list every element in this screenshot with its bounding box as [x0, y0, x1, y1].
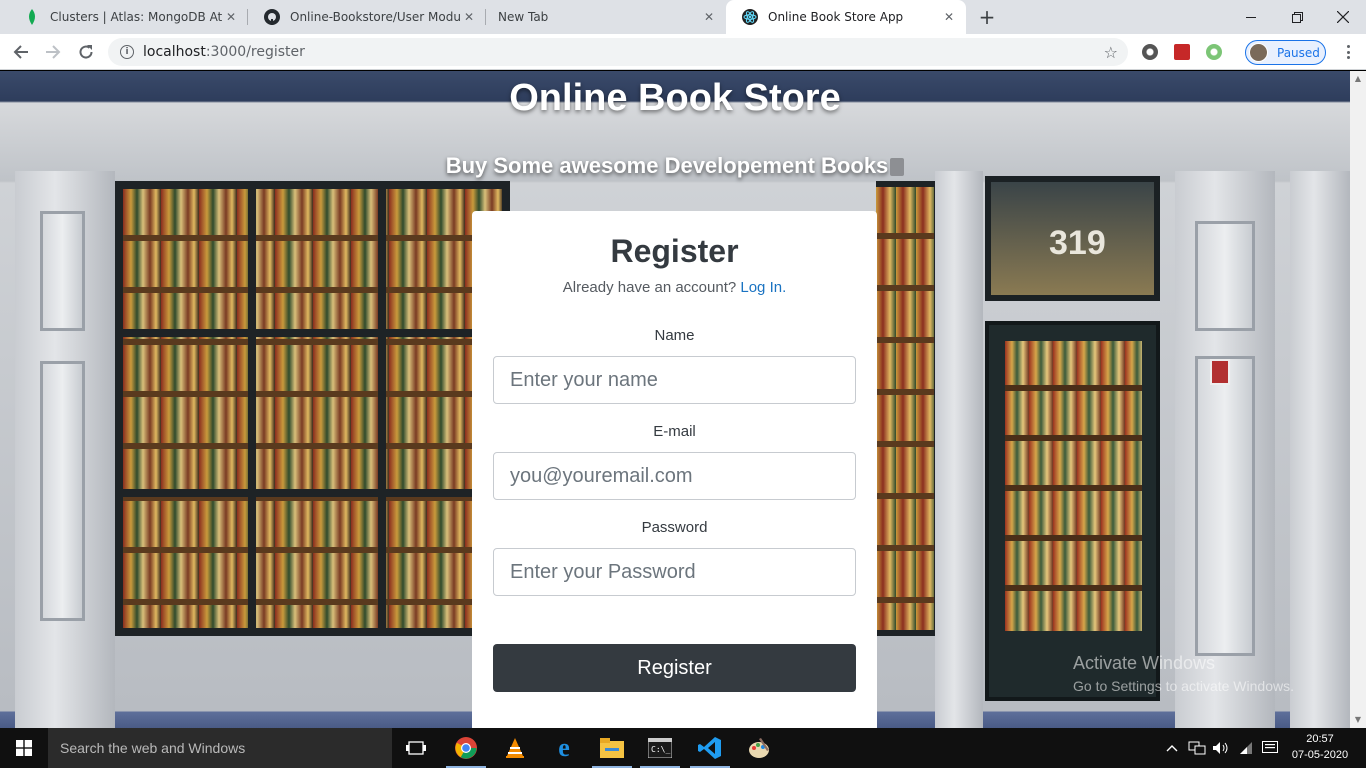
shop-window — [115, 181, 510, 636]
extension-green-icon[interactable] — [1206, 44, 1222, 60]
clock-date: 07-05-2020 — [1291, 749, 1349, 761]
clock-time: 20:57 — [1306, 733, 1334, 745]
page-title: Online Book Store — [509, 77, 841, 119]
browser-toolbar: i localhost:3000/register ☆ Paused — [0, 34, 1366, 70]
profile-button[interactable]: Paused — [1245, 40, 1326, 65]
windows-start-icon[interactable] — [0, 728, 48, 768]
email-input[interactable] — [493, 452, 856, 500]
taskbar-clock[interactable]: 20:57 07-05-2020 — [1288, 731, 1352, 763]
close-tab-icon[interactable]: ✕ — [222, 8, 240, 26]
minimize-icon[interactable] — [1228, 0, 1274, 34]
facade-panel — [40, 361, 85, 621]
show-hidden-icons-icon[interactable] — [1166, 728, 1178, 768]
wifi-icon[interactable] — [1238, 728, 1254, 768]
shop-window — [876, 181, 940, 636]
login-link[interactable]: Log In. — [740, 279, 786, 296]
tab-mongodb-atlas[interactable]: Clusters | Atlas: MongoDB Atlas ✕ — [8, 0, 248, 34]
reload-icon[interactable] — [72, 38, 100, 66]
subtitle-text: Buy Some awesome Developement Books — [445, 153, 889, 178]
house-number: 319 — [1049, 224, 1106, 262]
paint-icon[interactable] — [735, 732, 783, 764]
volume-icon[interactable] — [1212, 728, 1230, 768]
tab-title: Online-Bookstore/User Module/E — [290, 10, 460, 24]
back-arrow-icon[interactable] — [7, 38, 35, 66]
windows-activation-watermark: Activate Windows Go to Settings to activ… — [1073, 653, 1294, 694]
github-icon — [264, 9, 280, 25]
login-prompt: Already have an account? Log In. — [472, 279, 877, 296]
name-input[interactable] — [493, 356, 856, 404]
page-scrollbar[interactable]: ▲ ▼ — [1350, 71, 1366, 728]
password-input[interactable] — [493, 548, 856, 596]
url-host: localhost — [143, 44, 206, 60]
scroll-up-icon[interactable]: ▲ — [1350, 71, 1366, 87]
close-tab-icon[interactable]: ✕ — [700, 8, 718, 26]
facade-column — [935, 171, 983, 728]
scroll-down-icon[interactable]: ▼ — [1350, 712, 1366, 728]
tab-strip: Clusters | Atlas: MongoDB Atlas ✕ Online… — [0, 0, 1366, 34]
mongodb-leaf-icon — [24, 9, 40, 25]
bookmark-star-icon[interactable]: ☆ — [1104, 43, 1118, 62]
register-card: Register Already have an account? Log In… — [472, 211, 877, 728]
avatar — [1249, 43, 1268, 62]
books-icon — [890, 158, 905, 177]
shop-door — [985, 321, 1160, 701]
close-tab-icon[interactable]: ✕ — [460, 8, 478, 26]
action-center-icon[interactable] — [1262, 728, 1278, 768]
address-bar[interactable]: i localhost:3000/register ☆ — [108, 38, 1128, 66]
react-atom-icon — [742, 9, 758, 25]
network-status-icon[interactable] — [1188, 728, 1206, 768]
profile-status: Paused — [1277, 45, 1320, 60]
taskbar-search[interactable]: Search the web and Windows — [48, 728, 392, 768]
email-label: E-mail — [653, 423, 696, 440]
file-explorer-icon[interactable] — [588, 732, 636, 768]
login-prompt-text: Already have an account? — [562, 279, 737, 296]
facade-panel — [1195, 356, 1255, 656]
watermark-line-1: Activate Windows — [1073, 653, 1216, 673]
task-view-icon[interactable] — [392, 732, 440, 764]
tab-title: Online Book Store App — [768, 10, 904, 24]
register-button[interactable]: Register — [493, 644, 856, 692]
door-sign — [1210, 359, 1230, 385]
chrome-icon[interactable] — [442, 732, 490, 768]
close-tab-icon[interactable]: ✕ — [940, 8, 958, 26]
tab-title: Clusters | Atlas: MongoDB Atlas — [50, 10, 222, 24]
new-tab-plus-icon[interactable]: + — [976, 6, 998, 28]
svg-text:C:\_: C:\_ — [651, 745, 670, 754]
watermark-line-2: Go to Settings to activate Windows. — [1073, 678, 1294, 694]
site-info-icon[interactable]: i — [120, 45, 134, 59]
page-subtitle: Buy Some awesome Developement Books — [0, 153, 1350, 179]
extension-puzzle-icon[interactable] — [1174, 44, 1190, 60]
vscode-icon[interactable] — [686, 732, 734, 768]
facade-column — [1290, 171, 1350, 728]
restore-icon[interactable] — [1274, 0, 1320, 34]
close-window-icon[interactable] — [1320, 0, 1366, 34]
facade-panel — [40, 211, 85, 331]
name-label: Name — [654, 327, 695, 344]
door-transom: 319 — [985, 176, 1160, 301]
page-background: 319 Online Book Store Buy Some awesome D… — [0, 71, 1350, 728]
taskbar-search-placeholder: Search the web and Windows — [60, 740, 246, 756]
tab-title: New Tab — [498, 10, 549, 24]
password-label: Password — [641, 519, 708, 536]
tab-new-tab[interactable]: New Tab ✕ — [486, 0, 726, 34]
forward-arrow-icon[interactable] — [39, 38, 67, 66]
browser-menu-icon[interactable] — [1340, 43, 1356, 61]
windows-taskbar: Search the web and Windows e C:\_ 20:57 … — [0, 728, 1366, 768]
register-heading: Register — [610, 233, 739, 269]
command-prompt-icon[interactable]: C:\_ — [636, 732, 684, 768]
edge-icon[interactable]: e — [540, 732, 588, 764]
extension-record-icon[interactable] — [1142, 44, 1158, 60]
tab-online-book-store[interactable]: Online Book Store App ✕ — [726, 0, 966, 34]
vlc-icon[interactable] — [491, 732, 539, 764]
url-path: :3000/register — [205, 44, 305, 60]
tab-github[interactable]: Online-Bookstore/User Module/E ✕ — [248, 0, 486, 34]
facade-panel — [1195, 221, 1255, 331]
